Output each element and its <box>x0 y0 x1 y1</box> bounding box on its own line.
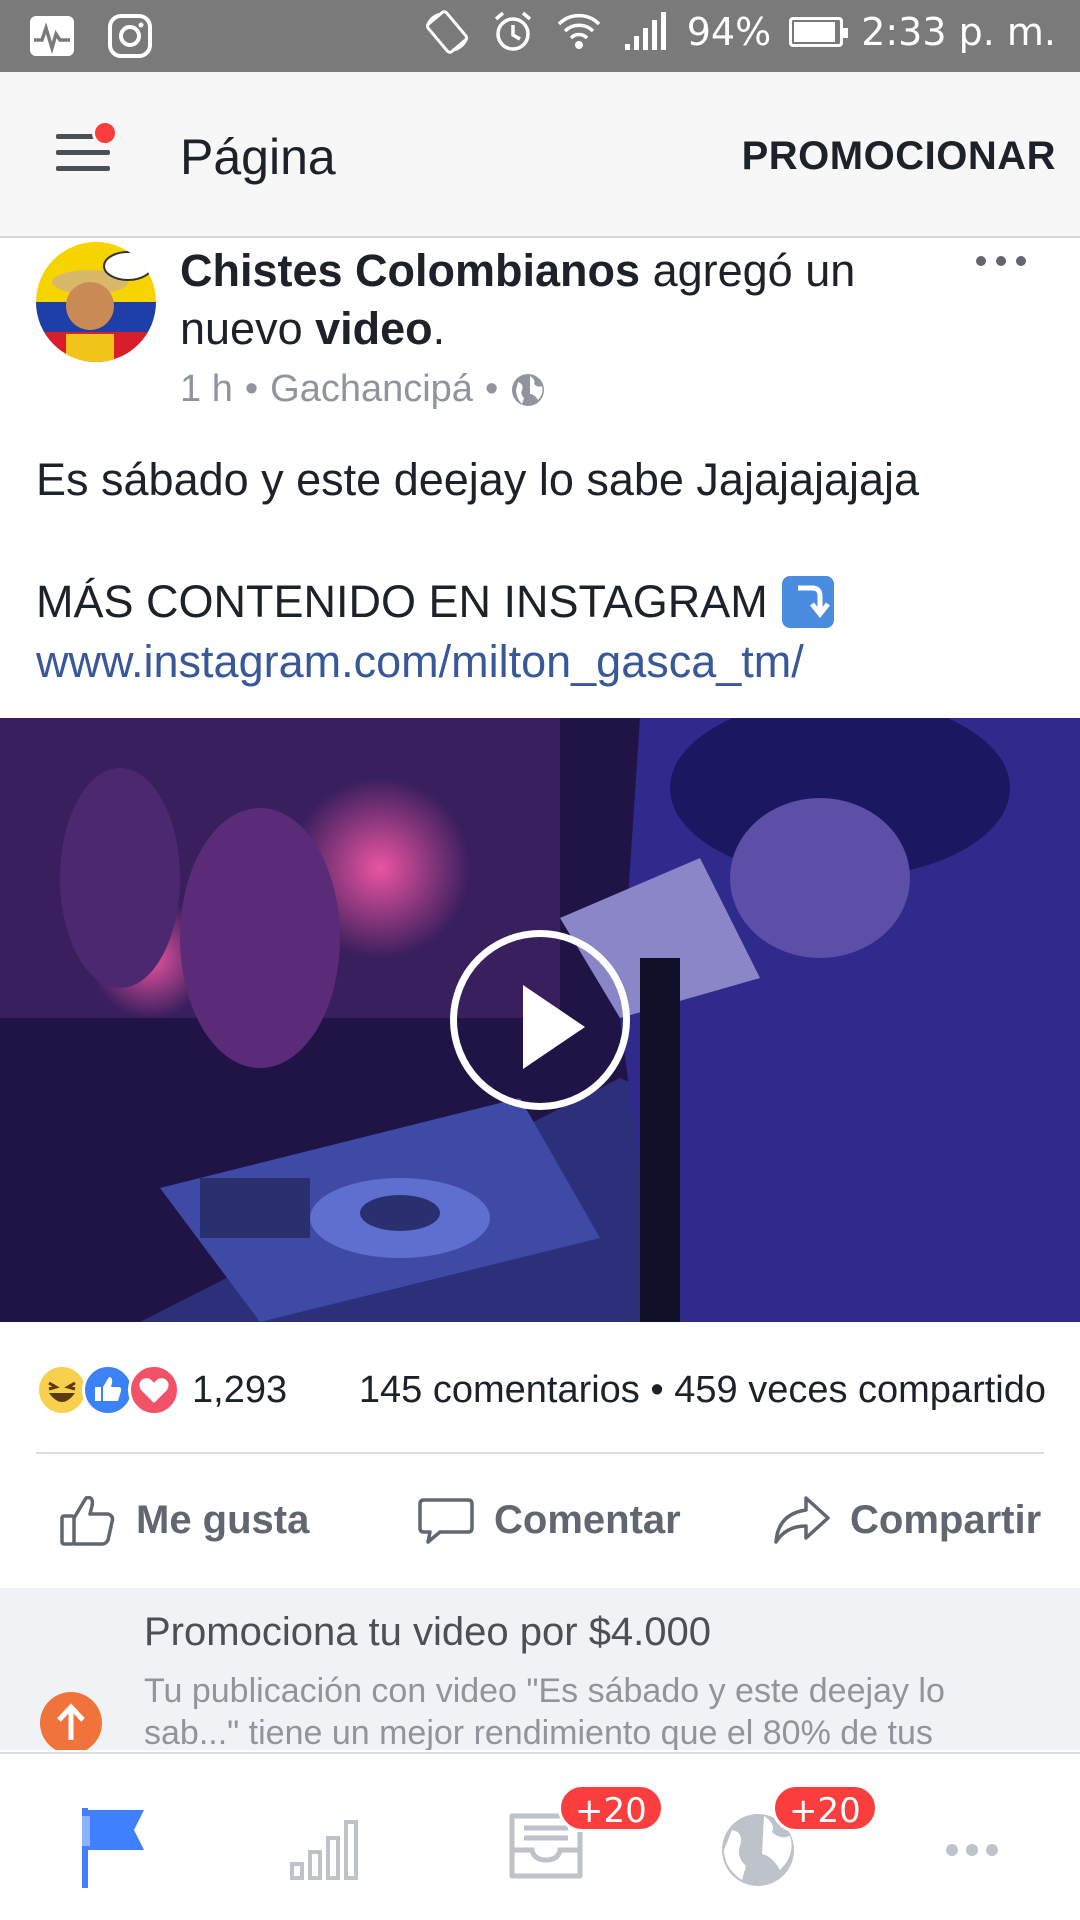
instagram-link[interactable]: www.instagram.com/milton_gasca_tm/ <box>36 636 804 688</box>
avatar-image <box>36 242 156 362</box>
comment-icon <box>418 1498 474 1544</box>
inbox-badge: +20 <box>558 1784 664 1832</box>
comment-button[interactable]: Comentar <box>414 1480 681 1560</box>
post-meta: 1 h • Gachancipá • <box>180 368 546 411</box>
page-title: Página <box>180 129 336 185</box>
status-bar: 94% 2:33 p. m. <box>0 0 1080 72</box>
flag-icon <box>82 1808 144 1888</box>
more-dots-icon <box>946 1844 998 1856</box>
post-time[interactable]: 1 h <box>180 368 233 411</box>
notifications-badge: +20 <box>772 1784 878 1832</box>
bottom-nav: +20 +20 <box>0 1752 1080 1920</box>
post-location[interactable]: Gachancipá <box>270 368 473 411</box>
post-text: Es sábado y este deejay lo sabe Jajajaja… <box>36 450 1046 632</box>
bar-chart-icon <box>290 1820 358 1880</box>
arrow-down-right-icon <box>781 576 834 628</box>
activity-icon <box>30 16 74 56</box>
author-name[interactable]: Chistes Colombianos <box>180 245 640 296</box>
nav-inbox[interactable]: +20 <box>496 1784 664 1896</box>
post-action-bold: video <box>315 303 433 354</box>
post-text-line1: Es sábado y este deejay lo sabe Jajajaja… <box>36 454 920 505</box>
promote-button[interactable]: PROMOCIONAR <box>742 134 1056 179</box>
instagram-icon <box>108 14 152 58</box>
nav-page-flag[interactable] <box>70 1796 170 1896</box>
engagement-summary[interactable]: 145 comentarios • 459 veces compartido <box>359 1369 1046 1412</box>
post-title: Chistes Colombianos agregó un nuevo vide… <box>180 242 920 358</box>
reactions-bar[interactable]: 1,293 145 comentarios • 459 veces compar… <box>36 1364 1046 1416</box>
wifi-icon <box>557 13 600 49</box>
share-label: Compartir <box>850 1497 1042 1542</box>
play-button[interactable] <box>450 930 630 1110</box>
post-action-end: . <box>432 303 446 354</box>
nav-insights[interactable] <box>278 1796 378 1896</box>
nav-more[interactable] <box>922 1796 1022 1896</box>
battery-icon <box>789 17 849 47</box>
like-icon <box>82 1364 134 1416</box>
like-button[interactable]: Me gusta <box>56 1480 309 1560</box>
promo-description: Tu publicación con video "Es sábado y es… <box>144 1672 945 1750</box>
battery-percent: 94% <box>686 10 772 54</box>
comment-label: Comentar <box>494 1497 681 1542</box>
reaction-icons <box>36 1364 184 1416</box>
notification-dot <box>92 120 118 146</box>
share-icon <box>774 1496 830 1544</box>
globe-icon <box>512 373 545 406</box>
thumbs-up-icon <box>60 1495 115 1546</box>
promote-video-card[interactable]: Promociona tu video por $4.000 Tu public… <box>0 1588 1080 1750</box>
reaction-count[interactable]: 1,293 <box>192 1369 287 1412</box>
boost-arrow-icon <box>40 1692 102 1750</box>
post-text-line2: MÁS CONTENIDO EN INSTAGRAM <box>36 576 768 627</box>
app-header: Página PROMOCIONAR <box>0 72 1080 238</box>
like-label: Me gusta <box>136 1497 310 1542</box>
signal-icon <box>624 12 666 50</box>
divider <box>36 1452 1044 1454</box>
rotate-icon <box>425 10 468 54</box>
meta-separator: • <box>244 368 259 410</box>
nav-notifications[interactable]: +20 <box>710 1784 878 1896</box>
clock: 2:33 p. m. <box>861 10 1056 54</box>
love-icon <box>128 1364 180 1416</box>
alarm-icon <box>494 11 531 51</box>
promo-title: Promociona tu video por $4.000 <box>144 1610 712 1654</box>
page-avatar[interactable] <box>36 242 156 362</box>
haha-icon <box>36 1364 88 1416</box>
meta-separator: • <box>484 368 499 410</box>
share-button[interactable]: Compartir <box>770 1480 1041 1560</box>
post-actions: Me gusta Comentar Compartir <box>0 1480 1080 1560</box>
menu-button[interactable] <box>56 120 118 174</box>
post-options-button[interactable] <box>976 256 1026 276</box>
